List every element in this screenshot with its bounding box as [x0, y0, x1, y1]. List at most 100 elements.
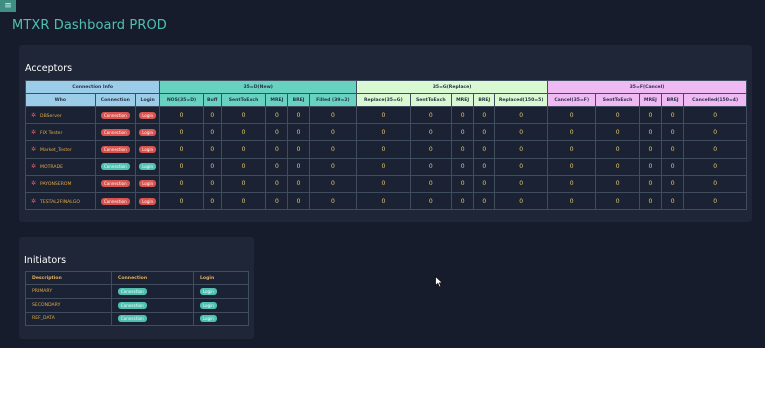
group-header-row: Connection Info 35=D(New) 35=G(Replace) …	[24, 80, 748, 94]
connection-cell: Connection	[94, 157, 137, 176]
count-cell: 0	[159, 105, 204, 125]
count-cell: 0	[220, 123, 267, 142]
who-cell: ✲ DBServer	[25, 105, 96, 125]
login-status-badge[interactable]: Login	[139, 163, 157, 171]
connection-status-badge[interactable]: Connection	[118, 301, 147, 309]
count-cell: 0	[638, 157, 663, 176]
count-cell: 0	[202, 140, 222, 159]
login-status-badge[interactable]: Login	[139, 145, 157, 153]
connection-status-badge[interactable]: Connection	[101, 145, 130, 153]
count-cell: 0	[494, 174, 548, 193]
count-cell: 0	[220, 105, 267, 125]
count-cell: 0	[595, 157, 640, 176]
column-header-row: Description Connection Login	[25, 271, 249, 285]
who-cell: ✲ Market_Tester	[25, 140, 96, 159]
count-cell: 0	[661, 157, 685, 176]
table-row: PRIMARY Connection Login	[25, 284, 249, 299]
connection-cell: Connection	[94, 123, 137, 142]
hamburger-icon: ≡	[4, 1, 12, 11]
column-header: Connection	[111, 271, 194, 285]
initiators-table: Description Connection Login PRIMARY Connec…	[25, 271, 249, 327]
count-cell: 0	[494, 191, 548, 211]
count-cell: 0	[287, 191, 310, 211]
acceptor-name: DBServer	[40, 113, 62, 119]
column-header: Replaced(150=5)	[494, 93, 548, 107]
login-cell: Login	[135, 140, 161, 159]
count-cell: 0	[409, 157, 453, 176]
column-header: Description	[25, 271, 112, 285]
acceptors-panel: Acceptors Connection Info 35=D(New) 35=G…	[19, 45, 752, 222]
column-header: SentToExch	[595, 93, 640, 107]
connection-status-badge[interactable]: Connection	[101, 128, 130, 136]
count-cell: 0	[220, 140, 267, 159]
connection-status-badge[interactable]: Connection	[101, 111, 130, 119]
count-cell: 0	[473, 105, 496, 125]
count-cell: 0	[356, 157, 411, 176]
gear-icon: ✲	[31, 180, 37, 188]
count-cell: 0	[661, 140, 685, 159]
count-cell: 0	[546, 157, 597, 176]
count-cell: 0	[356, 105, 411, 125]
connection-status-badge[interactable]: Connection	[101, 180, 130, 188]
login-cell: Login	[193, 311, 249, 327]
table-row: ✲ FIX Tester Connection Login 0 0 0 0 0 0 0 0 0 0 0 0 0 0…	[25, 123, 747, 142]
count-cell: 0	[494, 123, 548, 142]
count-cell: 0	[265, 157, 289, 176]
count-cell: 0	[683, 191, 747, 211]
count-cell: 0	[202, 191, 222, 211]
count-cell: 0	[308, 174, 358, 193]
column-header: Filled (39=2)	[308, 93, 358, 107]
count-cell: 0	[159, 191, 204, 211]
column-header: Login	[193, 271, 249, 285]
count-cell: 0	[308, 157, 358, 176]
count-cell: 0	[661, 123, 685, 142]
connection-status-badge[interactable]: Connection	[101, 163, 130, 171]
gear-icon: ✲	[31, 145, 37, 153]
count-cell: 0	[473, 191, 496, 211]
column-header: BREJ	[661, 93, 685, 107]
connection-status-badge[interactable]: Connection	[118, 287, 147, 295]
login-status-badge[interactable]: Login	[200, 315, 217, 323]
count-cell: 0	[265, 174, 289, 193]
column-header-row: Who Connection Login NOS(35=D) Buff SentToExc…	[25, 93, 747, 107]
table-row: ✲ DBServer Connection Login 0 0 0 0 0 0 0 0 0 0 0 0 0 0 0 0	[25, 105, 747, 125]
connection-status-badge[interactable]: Connection	[101, 197, 130, 205]
group-header: Connection Info	[24, 80, 161, 94]
who-cell: ✲ TESTAL2FINALGO	[25, 191, 96, 211]
count-cell: 0	[287, 105, 310, 125]
login-status-badge[interactable]: Login	[139, 111, 157, 119]
login-status-badge[interactable]: Login	[139, 197, 157, 205]
acceptor-name: FIX Tester	[40, 130, 63, 136]
login-cell: Login	[135, 191, 161, 211]
count-cell: 0	[159, 140, 204, 159]
count-cell: 0	[159, 123, 204, 142]
who-cell: ✲ MOTRADE	[25, 157, 96, 176]
column-header: Replace(35=G)	[356, 93, 411, 107]
acceptor-name: PAYONSEROM	[40, 182, 72, 188]
count-cell: 0	[494, 140, 548, 159]
column-header: Login	[135, 93, 161, 107]
count-cell: 0	[409, 123, 453, 142]
group-header: 35=D(New)	[159, 80, 358, 94]
count-cell: 0	[638, 191, 663, 211]
connection-status-badge[interactable]: Connection	[118, 315, 147, 323]
count-cell: 0	[265, 105, 289, 125]
count-cell: 0	[308, 105, 358, 125]
login-status-badge[interactable]: Login	[139, 180, 157, 188]
count-cell: 0	[202, 174, 222, 193]
login-status-badge[interactable]: Login	[139, 128, 157, 136]
count-cell: 0	[683, 105, 747, 125]
page-title: MTXR Dashboard PROD	[12, 18, 167, 33]
login-status-badge[interactable]: Login	[200, 287, 217, 295]
count-cell: 0	[287, 140, 310, 159]
acceptors-table: Connection Info 35=D(New) 35=G(Replace) …	[24, 80, 748, 211]
count-cell: 0	[308, 123, 358, 142]
count-cell: 0	[220, 157, 267, 176]
count-cell: 0	[683, 140, 747, 159]
column-header: Buff	[202, 93, 222, 107]
count-cell: 0	[308, 191, 358, 211]
login-cell: Login	[193, 284, 249, 299]
login-status-badge[interactable]: Login	[200, 301, 217, 309]
initiator-description: SECONDARY	[25, 297, 112, 313]
hamburger-menu-button[interactable]: ≡	[0, 0, 16, 12]
